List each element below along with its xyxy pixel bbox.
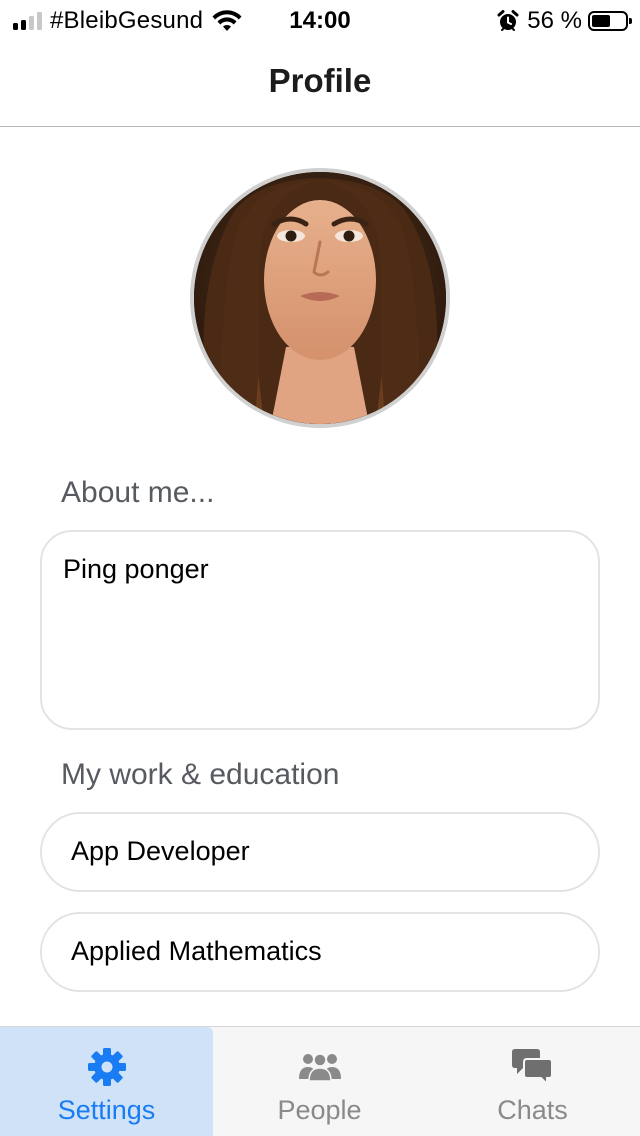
profile-screen: #BleibGesund 14:00 56 % Profile About me… [0,0,640,1136]
battery-icon [588,11,632,31]
about-me-label: About me... [61,476,215,509]
signal-icon [13,12,42,30]
tab-bar: Settings People Chats [0,1026,640,1136]
education-field[interactable]: Applied Mathematics [40,912,600,992]
status-right: 56 % [497,6,632,36]
page-title: Profile [268,62,372,99]
work-field[interactable]: App Developer [40,812,600,892]
work-education-label: My work & education [61,758,340,791]
tab-people[interactable]: People [213,1027,426,1136]
tab-settings[interactable]: Settings [0,1027,213,1136]
battery-fill [592,15,610,27]
gear-icon [87,1048,126,1086]
about-me-text: Ping ponger [63,554,209,584]
profile-photo [194,172,446,424]
status-time: 14:00 [289,7,351,34]
work-field-text: App Developer [71,836,250,866]
tab-chats-label: Chats [497,1095,568,1125]
navigation-bar: Profile [0,42,640,127]
people-icon [298,1053,341,1082]
chat-bubbles-icon [511,1049,553,1087]
profile-avatar[interactable] [190,168,450,428]
status-left: #BleibGesund [13,6,243,36]
tab-people-label: People [277,1095,362,1125]
status-bar: #BleibGesund 14:00 56 % [0,0,640,42]
about-me-field[interactable]: Ping ponger [40,530,600,730]
battery-percent: 56 % [527,7,582,34]
tab-settings-label: Settings [57,1095,156,1125]
education-field-text: Applied Mathematics [71,936,322,966]
tab-chats[interactable]: Chats [426,1027,639,1136]
alarm-icon [497,10,519,31]
wifi-icon [212,10,242,31]
carrier-name: #BleibGesund [50,7,204,34]
